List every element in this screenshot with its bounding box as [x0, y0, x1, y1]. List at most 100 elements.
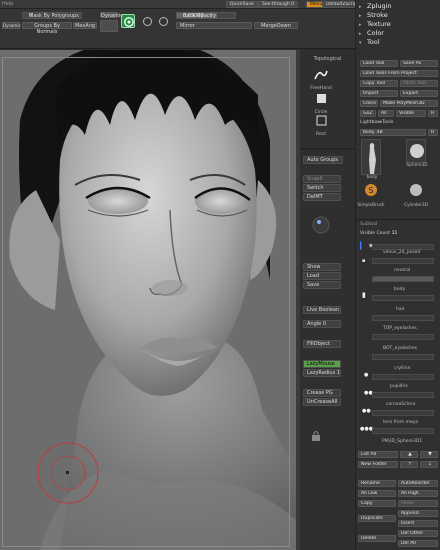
lightbox-tools-label[interactable]: Lightbox▸Tools: [360, 120, 393, 125]
move-up-icon[interactable]: ↑: [400, 461, 418, 468]
copy-button[interactable]: Copy: [358, 500, 396, 507]
subtool-bar: [372, 374, 434, 380]
goz-button[interactable]: GoZ: [360, 110, 376, 117]
maxang-slider[interactable]: MaxAng: [73, 22, 97, 29]
help-menu[interactable]: Help: [2, 1, 13, 7]
menu-stroke[interactable]: ▸ Stroke: [359, 11, 388, 19]
make-polymesh3d-button[interactable]: Make PolyMesh3D: [380, 100, 438, 107]
auto-groups-button[interactable]: Auto Groups: [303, 156, 343, 164]
fillobject-button[interactable]: FillObject: [303, 340, 341, 348]
live-boolean-button[interactable]: Live Boolean: [303, 306, 341, 314]
tool-r-button[interactable]: R: [428, 129, 438, 136]
polyframe-toggle[interactable]: [100, 20, 118, 32]
sphere-material-icon: [312, 216, 330, 234]
subtool-row[interactable]: hair: [358, 307, 438, 321]
back-opacity-slider[interactable]: Back Opacity 0.69047: [176, 12, 236, 19]
subtool-name: venus_24_posed: [383, 250, 421, 255]
visible-count: Visible Count 11: [360, 231, 397, 236]
move-down-icon[interactable]: ↓: [420, 461, 438, 468]
tool-thumb-body[interactable]: body: [361, 139, 381, 180]
copy-tool-button[interactable]: Copy Tool: [360, 80, 398, 87]
all-low-button[interactable]: All Low: [358, 490, 396, 497]
append-button[interactable]: Append: [398, 510, 438, 517]
default-zscript-button[interactable]: DefaultZScript: [322, 1, 356, 8]
canvas-viewport[interactable]: [0, 50, 296, 550]
show-button[interactable]: Show: [303, 263, 341, 271]
dynamic-label-badge[interactable]: Dynamic: [100, 12, 123, 19]
snapit-button[interactable]: SnapIt: [303, 175, 341, 183]
refresh-icon[interactable]: [143, 17, 152, 26]
subtool-header[interactable]: Subtool: [360, 222, 377, 227]
subtool-bar: [372, 295, 434, 301]
clone-button[interactable]: Clone: [360, 100, 378, 107]
tool-body-slider[interactable]: body. 48: [360, 129, 426, 136]
rect-brush[interactable]: Rect: [308, 114, 334, 137]
arrow-up-icon[interactable]: ▲: [400, 451, 418, 458]
crease-pg-button[interactable]: Crease PG: [303, 389, 341, 397]
mergedown-button[interactable]: MergeDown: [254, 22, 298, 29]
see-through-slider[interactable]: See-through 0: [258, 1, 299, 8]
new-folder-button[interactable]: New Folder: [358, 461, 398, 468]
tool-thumb-sphere3d[interactable]: Sphere3D: [406, 139, 428, 168]
dynamesh-icon[interactable]: [121, 14, 135, 28]
switch-button[interactable]: Switch: [303, 184, 341, 192]
material-sphere[interactable]: [308, 215, 334, 237]
goz-all-button[interactable]: All: [378, 110, 394, 117]
angle-slider[interactable]: Angle 0: [303, 320, 341, 328]
menu-texture[interactable]: ▸ Texture: [359, 20, 391, 28]
subtool-icon: ▮: [362, 291, 366, 299]
load-tool-button[interactable]: Load Tool: [360, 60, 398, 67]
goz-visible-button[interactable]: Visible: [396, 110, 426, 117]
sync-icon[interactable]: [159, 17, 168, 26]
all-high-button[interactable]: All High: [398, 490, 438, 497]
lock-icon[interactable]: [310, 430, 322, 442]
tool-thumb-simplebrush[interactable]: S SimpleBrush: [357, 178, 385, 208]
subtool-row[interactable]: pupilIris ●●: [358, 384, 438, 398]
rename-button[interactable]: Rename: [358, 480, 396, 487]
mirror-button[interactable]: Mirror: [176, 22, 252, 29]
subtool-name: TOP_eyelashes: [383, 326, 417, 331]
del-other-button[interactable]: Del Other: [398, 530, 438, 537]
subtool-row[interactable]: neutral: [358, 268, 438, 282]
save-as-button[interactable]: Save As: [400, 60, 438, 67]
quicksave-button[interactable]: QuickSave: [226, 1, 258, 8]
subtool-row[interactable]: crylline ●: [358, 366, 438, 380]
subtool-row[interactable]: BOT_eyelashes: [358, 346, 438, 360]
tool-thumb-cylinder3d[interactable]: Cylinder3D: [404, 178, 428, 208]
tool-thumb-sphere3d-label: Sphere3D: [406, 163, 428, 168]
menu-color[interactable]: ▸ Color: [359, 29, 384, 37]
freehand-brush[interactable]: FreeHand: [308, 68, 334, 91]
import-button[interactable]: Import: [360, 90, 398, 97]
subtool-row[interactable]: TOP_eyelashes: [358, 326, 438, 340]
paste-button[interactable]: Paste: [398, 500, 438, 507]
delete-button[interactable]: Delete: [358, 535, 396, 542]
insert-button[interactable]: Insert: [398, 520, 438, 527]
subtool-row[interactable]: PM3D_Sphere3D1: [358, 439, 438, 449]
menu-zplugin[interactable]: ▸ Zplugin: [359, 2, 392, 10]
uncreaseall-button[interactable]: UnCreaseAll: [303, 398, 341, 406]
subtool-row[interactable]: venus_24_posed ▪: [358, 250, 438, 264]
export-button[interactable]: Export: [400, 90, 438, 97]
dynamic-button[interactable]: Dynamic: [2, 22, 21, 29]
autoreorder-button[interactable]: AutoReorder: [398, 480, 438, 487]
subtool-row[interactable]: lens from maya ●●●: [358, 420, 438, 434]
mask-by-polygroups-label: Mask By Polygroups: [29, 13, 79, 19]
save-button[interactable]: Save: [303, 281, 341, 289]
load-button[interactable]: Load: [303, 272, 341, 280]
del-all-button[interactable]: Del All: [398, 540, 438, 547]
subtool-row[interactable]: corneaSclera ●●: [358, 402, 438, 416]
subtool-row[interactable]: body ▮: [358, 287, 438, 301]
paste-tool-button[interactable]: Paste Tool: [400, 80, 438, 87]
mask-by-polygroups-slider[interactable]: Mask By Polygroups 0: [22, 12, 82, 19]
list-all-button[interactable]: List All: [358, 451, 398, 458]
lazyradius-slider[interactable]: LazyRadius 1: [303, 369, 341, 377]
circle-brush[interactable]: Circle: [308, 92, 334, 115]
duplicate-button[interactable]: Duplicate: [358, 515, 396, 522]
groups-by-normals-button[interactable]: Groups By Normals: [22, 22, 72, 35]
lazymouse-toggle[interactable]: LazyMouse: [303, 360, 341, 368]
arrow-down-icon[interactable]: ▼: [420, 451, 438, 458]
load-tools-from-project-button[interactable]: Load Tools From Project: [360, 70, 438, 77]
menu-tool[interactable]: ▾ Tool: [359, 38, 380, 46]
delmt-button[interactable]: DelMT: [303, 193, 341, 201]
goz-r-button[interactable]: R: [428, 110, 438, 117]
